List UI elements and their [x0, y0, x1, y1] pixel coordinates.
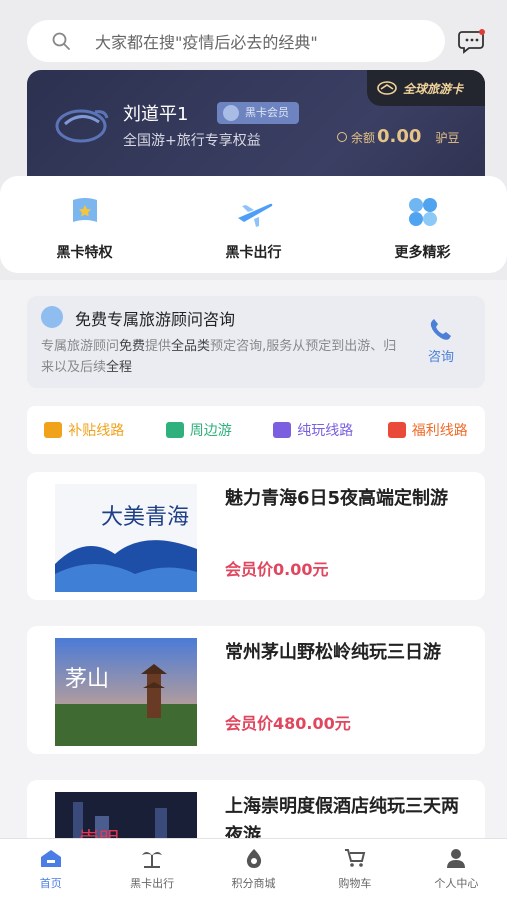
grid-icon: [408, 198, 437, 226]
category-welfare-routes[interactable]: 福利线路: [371, 420, 486, 440]
mountain-icon: [165, 422, 184, 438]
tab-black-card-travel[interactable]: 黑卡出行: [101, 839, 202, 900]
balance-value: 0.00: [377, 126, 422, 147]
product-title: 魅力青海6日5夜高端定制游: [225, 488, 449, 509]
global-travel-card-badge: 全球旅游卡: [367, 70, 485, 106]
quick-action-privilege[interactable]: 黑卡特权: [0, 176, 169, 273]
badge-text: 全球旅游卡: [403, 81, 464, 96]
home-icon: [40, 850, 61, 867]
product-image: 大美青海: [55, 484, 197, 592]
palace-icon: [273, 422, 292, 438]
tab-label: 积分商城: [231, 877, 276, 890]
consult-title: 免费专属旅游顾问咨询: [75, 310, 236, 329]
message-icon[interactable]: [458, 28, 486, 54]
member-benefits: 全国游+旅行专享权益: [123, 133, 261, 149]
advisor-consult-card: 免费专属旅游顾问咨询 专属旅游顾问免费提供全品类预定咨询,服务从预定到出游、归来…: [27, 296, 485, 388]
product-price: 会员价0.00元: [225, 560, 329, 579]
brand-logo-icon: [55, 109, 109, 143]
cart-icon: [344, 849, 366, 867]
tab-home[interactable]: 首页: [0, 839, 101, 900]
product-price: 会员价480.00元: [225, 714, 351, 733]
phone-icon: [430, 319, 451, 340]
quick-action-label: 黑卡出行: [225, 245, 282, 261]
quick-action-label: 黑卡特权: [56, 245, 113, 261]
person-icon: [447, 849, 466, 868]
advisor-icon: [41, 306, 63, 328]
category-nearby-tours[interactable]: 周边游: [142, 420, 257, 440]
airplane-icon: [237, 203, 272, 227]
tab-label: 个人中心: [434, 877, 479, 890]
category-label: 福利线路: [411, 423, 468, 439]
category-label: 周边游: [189, 423, 232, 439]
quick-action-label: 更多精彩: [394, 245, 451, 261]
consult-desc-highlight: 免费: [119, 339, 146, 354]
member-tag-icon: [223, 105, 239, 121]
quick-action-more[interactable]: 更多精彩: [338, 176, 507, 273]
search-input[interactable]: 大家都在搜"疫情后必去的经典": [27, 20, 445, 62]
tab-label: 首页: [39, 877, 62, 890]
category-subsidy-routes[interactable]: 补贴线路: [27, 420, 142, 440]
category-pure-tour-routes[interactable]: 纯玩线路: [256, 420, 371, 440]
member-tag: 黑卡会员: [217, 102, 299, 124]
tab-points-mall[interactable]: 积分商城: [203, 839, 304, 900]
search-row: 大家都在搜"疫情后必去的经典": [0, 0, 507, 80]
consult-button-label: 咨询: [427, 350, 454, 365]
diamond-icon: [44, 422, 63, 438]
category-label: 纯玩线路: [297, 423, 354, 439]
consult-desc-text: 提供: [145, 339, 172, 354]
search-placeholder: 大家都在搜"疫情后必去的经典": [95, 33, 318, 52]
consult-button[interactable]: 咨询: [411, 316, 471, 365]
consult-desc-highlight: 全程: [106, 360, 133, 375]
product-title: 常州茅山野松岭纯玩三日游: [225, 642, 441, 663]
category-bar: 补贴线路 周边游 纯玩线路 福利线路: [27, 406, 485, 454]
card-logo-mark-icon: [377, 81, 397, 95]
consult-desc-highlight: 全品类: [171, 339, 211, 354]
consult-description: 专属旅游顾问免费提供全品类预定咨询,服务从预定到出游、归来以及后续全程: [41, 336, 401, 378]
balance: 余额 0.00 驴豆: [337, 126, 459, 147]
consult-desc-text: 专属旅游顾问: [41, 339, 120, 354]
product-card[interactable]: 茅山 常州茅山野松岭纯玩三日游 会员价480.00元: [27, 626, 485, 754]
category-label: 补贴线路: [68, 423, 125, 439]
member-tag-label: 黑卡会员: [245, 106, 289, 119]
search-icon: [52, 32, 70, 50]
coin-icon: [337, 131, 347, 142]
tab-shopping-cart[interactable]: 购物车: [304, 839, 405, 900]
bottom-tab-bar: 首页 黑卡出行 积分商城 购物车 个人中心: [0, 838, 507, 900]
flag-icon: [72, 198, 97, 222]
tab-label: 购物车: [338, 877, 372, 890]
product-card[interactable]: 大美青海 魅力青海6日5夜高端定制游 会员价0.00元: [27, 472, 485, 600]
bag-icon: [246, 849, 261, 868]
tab-profile[interactable]: 个人中心: [406, 839, 507, 900]
product-image: 茅山: [55, 638, 197, 746]
product-image-text: 茅山: [65, 667, 109, 692]
tab-label: 黑卡出行: [130, 877, 175, 890]
quick-action-travel[interactable]: 黑卡出行: [169, 176, 338, 273]
balance-unit: 驴豆: [435, 131, 460, 145]
palm-tree-icon: [142, 852, 163, 868]
balance-label: 余额: [351, 131, 376, 145]
quick-actions: 黑卡特权 黑卡出行 更多精彩: [0, 176, 507, 273]
member-name: 刘道平1: [123, 104, 189, 125]
gift-icon: [387, 422, 406, 438]
product-image-text: 大美青海: [101, 505, 189, 530]
